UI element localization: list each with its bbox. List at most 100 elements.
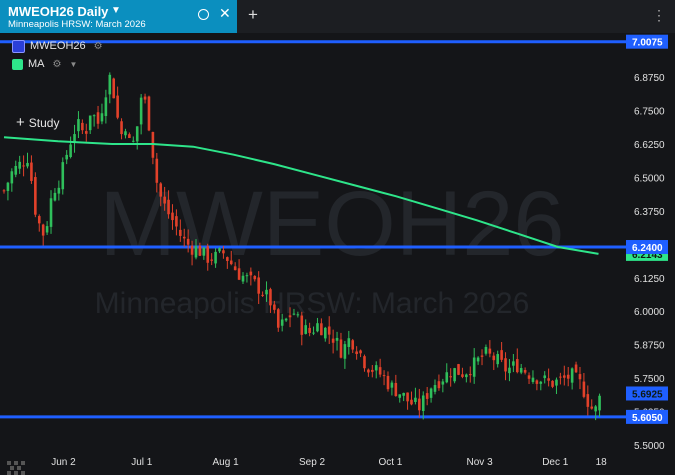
candle-body [363,356,366,369]
plus-icon: + [16,114,25,131]
candle-body [312,332,315,334]
candle-body [578,374,582,380]
candle-body [233,266,237,271]
x-tick-label: Dec 1 [542,457,569,468]
candle-body [508,367,511,374]
candle-body [453,368,456,382]
legend-ma[interactable]: MA ⚙ ▼ [12,56,77,72]
symbol-swatch [12,39,25,53]
y-tick-label: 5.8750 [634,341,665,352]
candle-body [476,357,480,362]
candle-body [167,199,170,215]
candle-body [347,338,351,347]
add-study-button[interactable]: + Study [16,114,59,131]
candle-body [480,355,484,357]
legend-symbol[interactable]: MWEOH26 ⚙ [12,38,103,54]
candle-body [418,398,421,411]
candle-body [398,394,402,398]
candle-body [163,196,166,204]
watermark-name: Minneapolis HRSW: March 2026 [95,287,530,320]
candle-body [2,190,6,192]
candle-body [222,250,225,254]
candle-body [343,344,347,359]
candle-body [249,271,253,276]
candle-body [269,289,272,306]
chart-tab[interactable]: MWEOH26 Daily ▼ Minneapolis HRSW: March … [0,0,237,33]
candle-body [124,131,127,136]
chevron-down-icon[interactable]: ▼ [69,60,77,69]
more-vertical-icon[interactable]: ⋮ [652,8,666,22]
candle-body [563,375,566,378]
candle-body [484,346,488,354]
candle-body [128,134,131,139]
study-label: Study [28,116,60,130]
candle-body [261,294,264,296]
candle-body [367,369,370,373]
x-tick-label: 18 [596,457,608,468]
plus-icon[interactable]: + [248,6,258,23]
close-icon[interactable]: ✕ [219,6,231,20]
candle-body [402,392,405,396]
candle-body [308,327,311,333]
candle-body [179,229,182,236]
chevron-down-icon[interactable]: ▼ [111,5,121,16]
candle-body [280,319,284,326]
x-tick-label: Sep 2 [299,457,326,468]
gear-icon[interactable]: ⚙ [94,41,103,52]
candle-body [551,380,554,387]
candle-body [531,377,535,382]
candle-body [378,367,382,375]
candle-body [339,339,343,358]
circle-icon[interactable] [198,9,209,20]
candle-body [147,96,151,131]
legend-ma-label: MA [28,58,45,70]
candle-body [175,216,178,227]
x-tick-label: Jul 1 [131,457,153,468]
candle-body [386,375,390,390]
candle-body [45,226,49,233]
candle-body [355,351,358,354]
candle-body [574,364,578,373]
price-chart[interactable]: MWEOH26 Minneapolis HRSW: March 2026 6.87… [0,33,675,471]
candle-body [186,238,190,245]
candle-body [351,340,355,350]
candle-body [273,304,276,310]
candle-body [457,364,460,375]
ma-swatch [12,58,23,70]
candle-body [425,393,429,399]
candle-body [374,365,378,371]
chart-area[interactable]: MWEOH26 Minneapolis HRSW: March 2026 6.87… [0,33,675,475]
candle-body [320,323,323,336]
candle-body [582,381,586,397]
y-tick-label: 6.0000 [634,307,665,318]
candle-body [14,165,18,175]
candle-body [543,375,547,379]
candle-body [65,154,68,160]
candle-body [590,406,594,409]
candle-body [449,376,452,378]
candle-body [527,375,531,379]
candle-body [288,315,292,318]
candle-body [135,126,139,142]
logo-icon [7,461,25,475]
candle-body [559,376,562,378]
candle-body [77,119,80,132]
gear-icon[interactable]: ⚙ [53,59,62,70]
candle-body [492,355,496,361]
y-tick-label: 6.1250 [634,274,665,285]
candle-body [155,158,159,183]
candle-body [539,381,543,384]
candle-body [88,115,92,131]
x-tick-label: Nov 3 [467,457,494,468]
y-tick-label: 6.8750 [634,73,665,84]
candle-body [594,406,597,412]
candle-body [6,182,10,191]
y-tick-label: 5.7500 [634,374,665,385]
candle-body [523,370,527,373]
candle-body [437,381,441,389]
candle-body [41,224,45,236]
candle-body [206,246,210,263]
candle-body [81,122,84,131]
price-marker-label: 7.0075 [632,38,663,49]
candle-body [323,327,327,339]
